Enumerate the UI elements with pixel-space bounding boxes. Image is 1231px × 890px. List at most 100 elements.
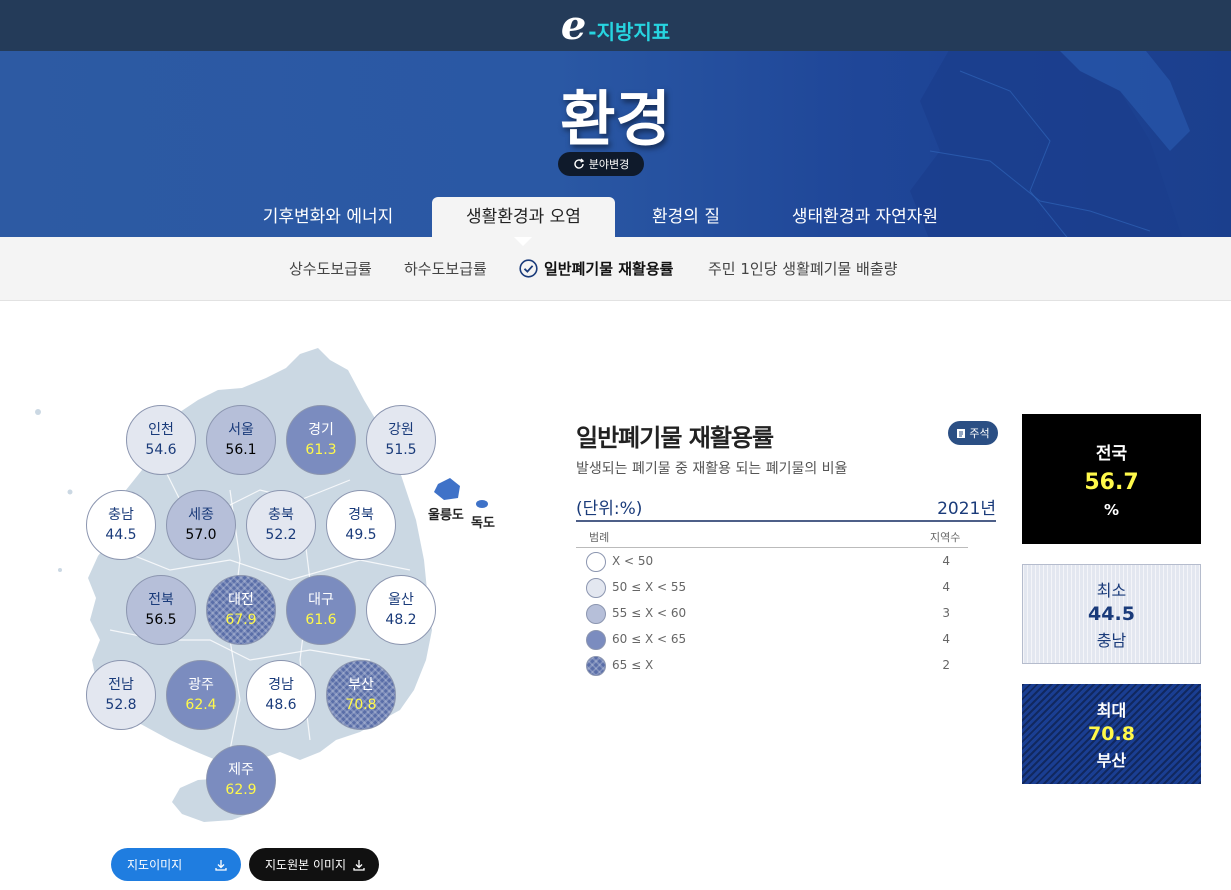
region-bubble-gyeongbuk[interactable]: 경북 49.5	[326, 490, 396, 560]
legend-range: 65 ≤ X	[612, 658, 654, 672]
region-name: 경기	[308, 422, 334, 438]
download-icon	[215, 859, 227, 871]
region-value: 62.4	[185, 697, 217, 713]
region-bubble-gyeonggi[interactable]: 경기 61.3	[286, 405, 356, 475]
region-bubble-gangwon[interactable]: 강원 51.5	[366, 405, 436, 475]
legend-range: 55 ≤ X < 60	[612, 606, 687, 620]
indicator-description: 발생되는 폐기물 중 재활용 되는 폐기물의 비율	[576, 461, 848, 477]
region-bubble-jeju[interactable]: 제주 62.9	[206, 745, 276, 815]
map-original-label: 지도원본 이미지	[265, 858, 347, 872]
subnav-sewerage[interactable]: 하수도보급률	[404, 258, 487, 279]
region-name: 충북	[268, 507, 294, 523]
field-change-button[interactable]: 분야변경	[558, 152, 644, 176]
logo-mark: e	[560, 1, 587, 49]
dokdo-label: 독도	[471, 516, 495, 531]
region-value: 52.2	[265, 527, 297, 543]
note-button[interactable]: 주석	[948, 421, 998, 445]
region-name: 세종	[188, 507, 214, 523]
map-image-label: 지도이미지	[127, 858, 183, 872]
indicator-title: 일반폐기물 재활용률	[576, 424, 774, 452]
tab-environment-quality[interactable]: 환경의 질	[630, 197, 742, 237]
region-bubble-sejong[interactable]: 세종 57.0	[166, 490, 236, 560]
document-icon	[957, 428, 966, 438]
map-image-download-button[interactable]: 지도이미지	[111, 848, 241, 881]
region-bubble-gwangju[interactable]: 광주 62.4	[166, 660, 236, 730]
unit-label: (단위:%)	[576, 499, 643, 519]
maximum-card: 최대 70.8 부산	[1022, 684, 1201, 784]
legend-item-level4: 60 ≤ X < 65 4	[586, 630, 966, 650]
category-tabs: 기후변화와 에너지 생활환경과 오염 환경의 질 생태환경과 자연자원	[0, 197, 1231, 237]
hero-banner: 환경 분야변경 기후변화와 에너지 생활환경과 오염 환경의 질 생태환경과 자…	[0, 51, 1231, 237]
subnav-waste-recycling[interactable]: 일반폐기물 재활용률	[519, 258, 673, 279]
region-name: 대구	[308, 592, 334, 608]
legend-count: 4	[942, 632, 950, 646]
region-bubble-ulsan[interactable]: 울산 48.2	[366, 575, 436, 645]
region-value: 61.6	[305, 612, 337, 628]
region-name: 광주	[188, 677, 214, 693]
region-value: 62.9	[225, 782, 257, 798]
tab-climate-energy[interactable]: 기후변화와 에너지	[243, 197, 413, 237]
subnav-water-supply[interactable]: 상수도보급률	[289, 258, 372, 279]
region-value: 57.0	[185, 527, 217, 543]
active-tab-caret	[514, 237, 532, 246]
logo-text: -지방지표	[588, 19, 671, 44]
region-name: 강원	[388, 422, 414, 438]
region-value: 56.1	[225, 442, 257, 458]
ulleungdo-label: 울릉도	[428, 508, 464, 523]
tab-living-environment[interactable]: 생활환경과 오염	[432, 197, 615, 237]
region-name: 울산	[388, 592, 414, 608]
legend-count: 4	[942, 580, 950, 594]
legend-item-level1: X < 50 4	[586, 552, 966, 572]
region-bubble-daegu[interactable]: 대구 61.6	[286, 575, 356, 645]
legend-item-level3: 55 ≤ X < 60 3	[586, 604, 966, 624]
region-name: 경남	[268, 677, 294, 693]
region-name: 제주	[228, 762, 254, 778]
region-value: 44.5	[105, 527, 137, 543]
region-name: 서울	[228, 422, 254, 438]
map-original-download-button[interactable]: 지도원본 이미지	[249, 848, 379, 881]
national-label: 전국	[1095, 444, 1128, 464]
region-bubble-jeonbuk[interactable]: 전북 56.5	[126, 575, 196, 645]
legend-swatch	[586, 656, 606, 676]
region-value: 70.8	[345, 697, 377, 713]
national-value: 56.7	[1084, 470, 1139, 495]
region-value: 52.8	[105, 697, 137, 713]
min-value: 44.5	[1088, 603, 1135, 625]
min-region: 충남	[1096, 631, 1127, 650]
max-region: 부산	[1096, 751, 1127, 770]
region-count-header: 지역수	[930, 531, 961, 544]
national-unit: %	[1103, 501, 1120, 519]
region-bubble-daejeon[interactable]: 대전 67.9	[206, 575, 276, 645]
site-logo[interactable]: e -지방지표	[560, 1, 671, 49]
region-name: 부산	[348, 677, 374, 693]
region-bubble-chungbuk[interactable]: 충북 52.2	[246, 490, 316, 560]
region-bubble-busan[interactable]: 부산 70.8	[326, 660, 396, 730]
legend-count: 2	[942, 658, 950, 672]
minimum-card: 최소 44.5 충남	[1022, 564, 1201, 664]
region-bubble-incheon[interactable]: 인천 54.6	[126, 405, 196, 475]
national-average-card: 전국 56.7 %	[1022, 414, 1201, 544]
year-label: 2021년	[937, 499, 996, 519]
legend-swatch	[586, 604, 606, 624]
subnav-waste-recycling-label: 일반폐기물 재활용률	[544, 260, 674, 278]
region-value: 48.6	[265, 697, 297, 713]
korea-map: 울릉도 독도 인천 54.6 서울 56.1 경기 61.3 강원 51.5 충남 44.…	[30, 340, 510, 840]
max-value: 70.8	[1088, 723, 1135, 745]
min-label: 최소	[1096, 581, 1127, 600]
tab-ecology-resources[interactable]: 생태환경과 자연자원	[770, 197, 960, 237]
region-value: 48.2	[385, 612, 417, 628]
region-value: 49.5	[345, 527, 377, 543]
region-bubble-gyeongnam[interactable]: 경남 48.6	[246, 660, 316, 730]
region-value: 56.5	[145, 612, 177, 628]
legend-count: 3	[942, 606, 950, 620]
legend-swatch	[586, 630, 606, 650]
legend-header-divider	[576, 547, 968, 548]
legend-range: 50 ≤ X < 55	[612, 580, 687, 594]
region-bubble-chungnam[interactable]: 충남 44.5	[86, 490, 156, 560]
legend-count: 4	[942, 554, 950, 568]
subnav-household-waste[interactable]: 주민 1인당 생활폐기물 배출량	[708, 258, 897, 279]
region-bubble-jeonnam[interactable]: 전남 52.8	[86, 660, 156, 730]
legend-range: X < 50	[612, 554, 654, 568]
region-name: 충남	[108, 507, 134, 523]
region-bubble-seoul[interactable]: 서울 56.1	[206, 405, 276, 475]
